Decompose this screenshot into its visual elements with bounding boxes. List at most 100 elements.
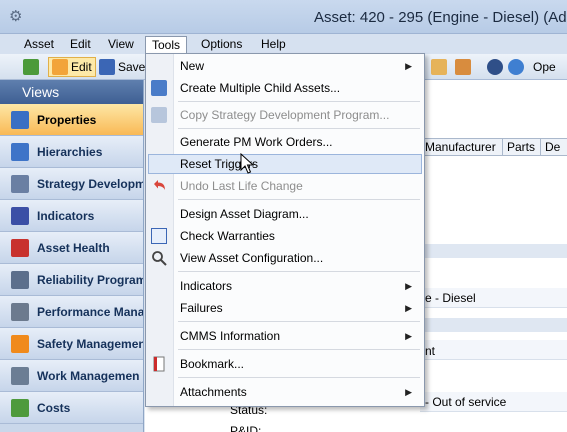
asset-health-icon [11, 238, 29, 257]
menu-item-copy-strategy[interactable]: Copy Strategy Development Program... [148, 105, 422, 125]
menu-item-cmms-information[interactable]: CMMS Information ▶ [148, 326, 422, 346]
sidebar-item-costs[interactable]: Costs [0, 392, 143, 424]
sidebar-item-performance-management[interactable]: Performance Mana [0, 296, 143, 328]
menu-item-label: Copy Strategy Development Program... [180, 108, 390, 122]
sidebar-item-hierarchies[interactable]: Hierarchies [0, 136, 143, 168]
menu-edit[interactable]: Edit [64, 36, 97, 54]
column-manufacturer[interactable]: Manufacturer [421, 139, 503, 155]
menu-item-failures[interactable]: Failures ▶ [148, 298, 422, 318]
menu-view[interactable]: View [102, 36, 140, 54]
up-arrow-icon [23, 59, 39, 75]
title-bar: ⚙ Asset: 420 - 295 (Engine - Diesel) (Ad… [0, 0, 567, 34]
up-button[interactable] [20, 57, 42, 77]
menu-tools[interactable]: Tools [145, 36, 188, 54]
thumbs-down-icon [455, 59, 471, 75]
sidebar-item-safety-management[interactable]: Safety Managemen [0, 328, 143, 360]
edit-icon [52, 59, 68, 75]
menu-item-design-asset-diagram[interactable]: Design Asset Diagram... [148, 204, 422, 224]
menu-item-label: Attachments [180, 385, 247, 399]
info-icon [508, 59, 524, 75]
app-gear-icon[interactable]: ⚙ [9, 8, 25, 24]
sidebar-item-asset-health[interactable]: Asset Health [0, 232, 143, 264]
menu-separator [178, 349, 420, 350]
menu-item-label: Failures [180, 301, 223, 315]
properties-icon [11, 110, 29, 129]
sidebar-item-properties[interactable]: Properties [0, 104, 143, 136]
menu-item-label: Check Warranties [180, 229, 275, 243]
save-icon [99, 59, 115, 75]
menu-item-view-asset-configuration[interactable]: View Asset Configuration... [148, 248, 422, 268]
open-button[interactable]: Ope [530, 57, 559, 77]
grid-column-headers: Manufacturer Parts De [420, 138, 567, 156]
menu-item-label: Undo Last Life Change [180, 179, 303, 193]
child-assets-icon [151, 80, 167, 96]
sidebar-item-work-management[interactable]: Work Managemen [0, 360, 143, 392]
indicators-icon [11, 206, 29, 225]
menu-item-reset-triggers[interactable]: Reset Triggers [148, 154, 422, 174]
save-button-label: Save [118, 60, 146, 74]
menu-item-create-multiple-child-assets[interactable]: Create Multiple Child Assets... [148, 78, 422, 98]
sidebar-item-label: Asset Health [37, 240, 110, 255]
grid-group-band [420, 244, 567, 258]
sidebar-item-strategy-development[interactable]: Strategy Developm [0, 168, 143, 200]
thumbs-down-button[interactable] [452, 57, 474, 77]
menu-help[interactable]: Help [255, 36, 292, 54]
asset-type-value: e - Diesel [425, 291, 476, 305]
menu-item-new[interactable]: New ▶ [148, 56, 422, 76]
mouse-cursor-icon [240, 153, 254, 174]
sidebar-item-label: Work Managemen [37, 368, 140, 383]
menu-separator [178, 101, 420, 102]
thumbs-up-icon [431, 59, 447, 75]
sidebar-item-label: Safety Managemen [37, 336, 143, 351]
asset-class-value: nt [425, 344, 436, 358]
menu-options[interactable]: Options [195, 36, 248, 54]
menu-item-generate-pm-work-orders[interactable]: Generate PM Work Orders... [148, 132, 422, 152]
status-value: - Out of service [425, 395, 507, 409]
views-sidebar: Views Properties Hierarchies Strategy De… [0, 80, 144, 432]
submenu-arrow-icon: ▶ [405, 281, 412, 291]
menu-separator [178, 199, 420, 200]
submenu-arrow-icon: ▶ [405, 331, 412, 341]
menu-item-bookmark[interactable]: Bookmark... [148, 354, 422, 374]
menu-separator [178, 128, 420, 129]
thumbs-up-button[interactable] [428, 57, 450, 77]
menu-item-label: New [180, 59, 205, 73]
sidebar-item-label: Costs [37, 400, 71, 415]
sidebar-item-indicators[interactable]: Indicators [0, 200, 143, 232]
column-parts[interactable]: Parts [503, 139, 541, 155]
info-button[interactable] [505, 57, 527, 77]
sidebar-item-label: Reliability Program [37, 272, 143, 287]
menu-item-label: View Asset Configuration... [180, 251, 324, 265]
menu-asset[interactable]: Asset [18, 36, 60, 54]
menu-separator [178, 321, 420, 322]
sidebar-item-label: Strategy Developm [37, 176, 143, 191]
sidebar-item-reliability-program[interactable]: Reliability Program [0, 264, 143, 296]
menu-bar: Asset Edit View Tools Options Help [0, 34, 567, 54]
sidebar-item-label: Performance Mana [37, 304, 143, 319]
menu-separator [178, 271, 420, 272]
safety-cone-icon [11, 334, 29, 353]
open-button-label: Ope [533, 60, 556, 74]
menu-item-label: Create Multiple Child Assets... [180, 81, 341, 95]
column-description[interactable]: De [541, 139, 567, 155]
grid-group-band [420, 318, 567, 332]
sidebar-item-label: Indicators [37, 208, 95, 223]
edit-button[interactable]: Edit [48, 57, 96, 77]
submenu-arrow-icon: ▶ [405, 61, 412, 71]
menu-item-undo-last-life-change[interactable]: Undo Last Life Change [148, 176, 422, 196]
sidebar-item-label: Hierarchies [37, 144, 103, 159]
work-icon [11, 366, 29, 385]
menu-item-indicators[interactable]: Indicators ▶ [148, 276, 422, 296]
menu-item-label: Indicators [180, 279, 233, 293]
copy-icon [151, 107, 167, 123]
help-button[interactable] [484, 57, 506, 77]
menu-item-label: CMMS Information [180, 329, 281, 343]
help-icon [487, 59, 503, 75]
edit-button-label: Edit [71, 60, 92, 74]
window-title: Asset: 420 - 295 (Engine - Diesel) (Adr [314, 9, 567, 26]
hierarchies-icon [11, 142, 29, 161]
menu-item-check-warranties[interactable]: Check Warranties [148, 226, 422, 246]
menu-item-attachments[interactable]: Attachments ▶ [148, 382, 422, 402]
grid-row[interactable] [420, 340, 567, 360]
save-button[interactable]: Save [96, 57, 148, 77]
